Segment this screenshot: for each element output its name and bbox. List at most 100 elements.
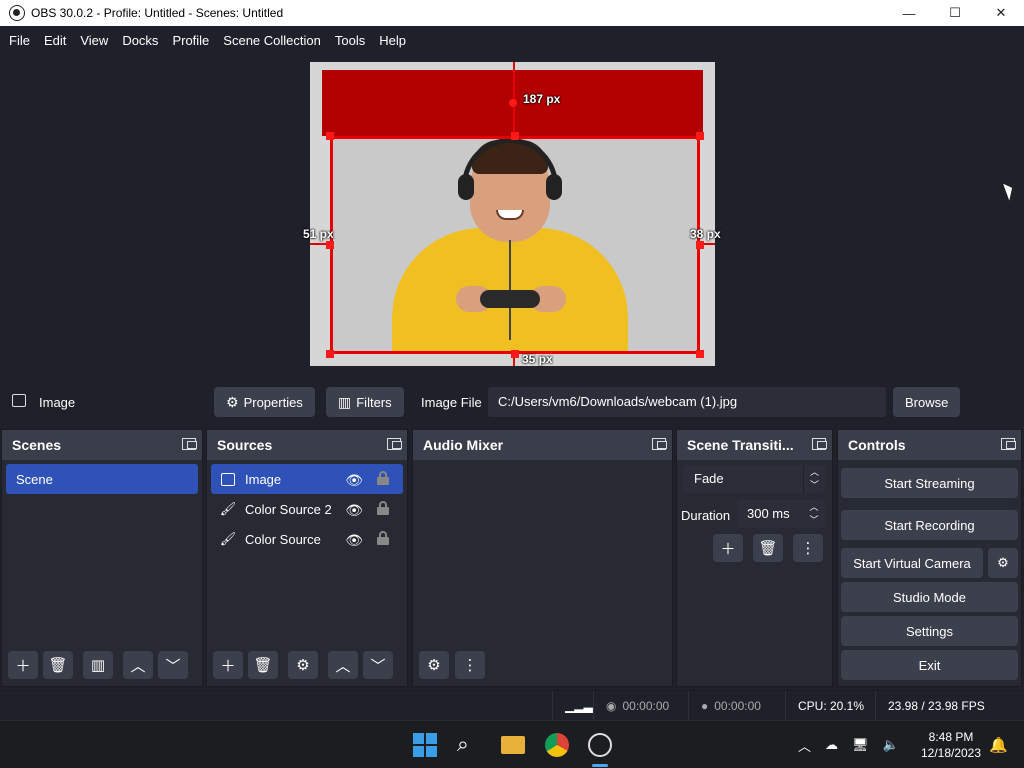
menu-tools[interactable]: Tools [328,33,372,48]
exit-button[interactable]: Exit [841,650,1018,680]
preview-canvas[interactable] [310,62,715,366]
close-button[interactable]: ✕ [978,0,1024,26]
visibility-eye-icon[interactable]: 👁 [345,532,363,549]
resize-handle-t[interactable] [511,132,519,140]
taskbar-clock[interactable]: 8:48 PM 12/18/2023 [917,729,985,761]
menu-help[interactable]: Help [372,33,413,48]
source-item-color-source[interactable]: 🖌 Color Source 👁 [211,524,403,554]
filters-button[interactable]: ▥ Filters [326,387,404,417]
resize-handle-tr[interactable] [696,132,704,140]
virtual-camera-settings-gear-icon[interactable]: ⚙ [988,548,1018,578]
scene-item-label: Scene [16,471,53,487]
file-explorer-icon[interactable] [501,736,525,754]
move-scene-up-button[interactable]: ︿ [123,651,153,679]
add-transition-button[interactable]: ＋ [713,534,743,562]
transition-buttons: ＋ 🗑 ⋮ [713,534,823,562]
scene-filters-button[interactable]: ▥ [83,651,113,679]
system-tray: ︿ ☁ 🖥 🔈 [798,721,899,768]
audio-mixer-menu-icon[interactable]: ⋮ [455,651,485,679]
resize-handle-b[interactable] [511,350,519,358]
image-file-label: Image File [421,395,482,410]
minimize-button[interactable]: — [886,0,932,26]
float-dock-icon[interactable] [387,438,402,450]
selection-box[interactable] [330,136,700,354]
audio-mixer-toolbar: ⚙ ⋮ [413,644,672,686]
visibility-eye-icon[interactable]: 👁 [345,502,363,519]
remove-transition-button[interactable]: 🗑 [753,534,783,562]
source-item-color-source-2[interactable]: 🖌 Color Source 2 👁 [211,494,403,524]
controls-header: Controls [838,430,1021,460]
float-dock-icon[interactable] [652,438,667,450]
preview-area[interactable]: 187 px 51 px 38 px 35 px [0,54,1024,376]
lock-icon[interactable] [377,531,389,545]
notification-bell-icon[interactable]: 🔔 [989,721,1008,768]
fps-readout: 23.98 / 23.98 FPS [875,691,1005,720]
move-source-down-button[interactable]: ﹀ [363,651,393,679]
source-item-image[interactable]: Image 👁 [211,464,403,494]
measure-right-label: 38 px [690,227,721,241]
windows-start-icon[interactable] [413,733,437,757]
resize-handle-bl[interactable] [326,350,334,358]
visibility-eye-icon[interactable]: 👁 [345,472,363,489]
filters-label: Filters [356,394,392,410]
scene-item[interactable]: Scene [6,464,198,494]
image-file-path-field[interactable]: C:/Users/vm6/Downloads/webcam (1).jpg [488,387,886,417]
start-recording-button[interactable]: Start Recording [841,510,1018,540]
menu-edit[interactable]: Edit [37,33,73,48]
properties-button[interactable]: ⚙ Properties [214,387,315,417]
transition-properties-menu-icon[interactable]: ⋮ [793,534,823,562]
chevron-up-icon[interactable]: ︿ [798,736,811,755]
scenes-dock: Scenes Scene ＋ 🗑 ▥ ︿ ﹀ [1,429,203,687]
sources-dock: Sources Image 👁 🖌 Color Source 2 👁 🖌 Col… [206,429,408,687]
network-icon[interactable]: 🖥 [852,737,869,753]
advanced-audio-gear-icon[interactable]: ⚙ [419,651,449,679]
audio-mixer-dock: Audio Mixer ⚙ ⋮ [412,429,673,687]
measure-bottom-label: 35 px [522,352,553,366]
resize-handle-tl[interactable] [326,132,334,140]
volume-icon[interactable]: 🔈 [883,737,899,753]
float-dock-icon[interactable] [182,438,197,450]
remove-scene-button[interactable]: 🗑 [43,651,73,679]
sources-toolbar: ＋ 🗑 ⚙ ︿ ﹀ [207,644,407,686]
clock-time: 8:48 PM [928,730,974,744]
measure-left-label: 51 px [303,227,334,241]
menu-file[interactable]: File [2,33,37,48]
add-source-button[interactable]: ＋ [213,651,243,679]
menu-view[interactable]: View [73,33,115,48]
transitions-title: Scene Transiti... [687,437,794,453]
maximize-button[interactable]: ☐ [932,0,978,26]
onedrive-icon[interactable]: ☁ [825,737,838,753]
status-bar: ▁▂▃ ◉ 00:00:00 ● 00:00:00 CPU: 20.1% 23.… [0,690,1024,720]
brush-icon: 🖌 [219,531,237,546]
resize-handle-br[interactable] [696,350,704,358]
menu-profile[interactable]: Profile [165,33,216,48]
brush-icon: 🖌 [219,501,237,516]
lock-icon[interactable] [377,501,389,515]
duration-spinbox[interactable]: 300 ms ︿ ﹀ [737,500,825,528]
move-source-up-button[interactable]: ︿ [328,651,358,679]
studio-mode-button[interactable]: Studio Mode [841,582,1018,612]
move-scene-down-button[interactable]: ﹀ [158,651,188,679]
obs-taskbar-icon[interactable] [588,733,612,757]
start-streaming-button[interactable]: Start Streaming [841,468,1018,498]
search-icon[interactable]: ⌕ [457,733,481,757]
start-virtual-camera-button[interactable]: Start Virtual Camera [841,548,983,578]
settings-button[interactable]: Settings [841,616,1018,646]
spinbox-arrows-icon[interactable]: ︿ ﹀ [803,500,825,528]
transition-select[interactable]: Fade ︿ ﹀ [683,465,825,493]
menu-docks[interactable]: Docks [115,33,165,48]
add-scene-button[interactable]: ＋ [8,651,38,679]
resize-handle-r[interactable] [696,241,704,249]
source-properties-button[interactable]: ⚙ [288,651,318,679]
browse-button[interactable]: Browse [893,387,961,417]
float-dock-icon[interactable] [1001,438,1016,450]
transition-selected-value: Fade [694,471,724,486]
obs-logo-icon [9,5,25,21]
menu-scene-collection[interactable]: Scene Collection [216,33,328,48]
float-dock-icon[interactable] [812,438,827,450]
resize-handle-l[interactable] [326,241,334,249]
remove-source-button[interactable]: 🗑 [248,651,278,679]
scenes-title: Scenes [12,437,62,453]
chrome-icon[interactable] [545,733,569,757]
lock-icon[interactable] [377,471,389,485]
